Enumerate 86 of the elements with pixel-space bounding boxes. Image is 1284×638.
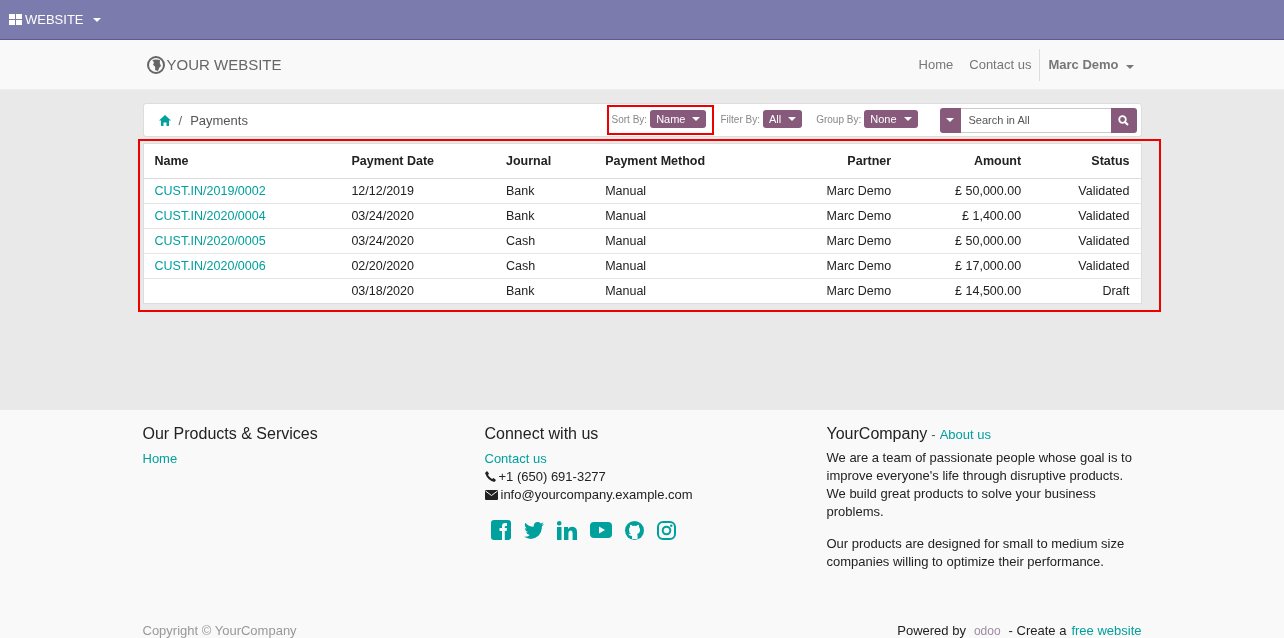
- table-cell: 03/18/2020: [351, 284, 414, 298]
- column-header: Journal: [494, 143, 595, 179]
- payment-link[interactable]: CUST.IN/2019/0002: [154, 184, 266, 198]
- table-cell: Bank: [505, 209, 535, 223]
- table-cell: Marc Demo: [826, 234, 892, 248]
- control-label: Group By:: [816, 113, 862, 125]
- column-header: Payment Method: [594, 143, 775, 179]
- table-cell: Manual: [605, 259, 647, 273]
- youtube-icon[interactable]: [589, 522, 612, 538]
- control-label: Sort By:: [611, 113, 648, 125]
- contact-link[interactable]: Contact us: [484, 451, 827, 466]
- dropdown-button[interactable]: Name: [650, 110, 707, 128]
- column-header: Payment Date: [340, 143, 495, 179]
- table-cell: 12/12/2019: [351, 184, 414, 198]
- odoo-logo[interactable]: odoo: [973, 623, 1001, 638]
- footer-link[interactable]: Home: [142, 451, 485, 466]
- envelope-icon: [484, 489, 498, 500]
- column-header: Status: [1032, 143, 1141, 179]
- table-cell: Validated: [1078, 184, 1130, 198]
- email-address: info@yourcompany.example.com: [500, 487, 693, 502]
- user-menu-button[interactable]: Marc Demo: [1039, 48, 1142, 81]
- nav-link[interactable]: Home: [910, 57, 962, 72]
- linkedin-icon[interactable]: [556, 520, 577, 540]
- website-menu-button[interactable]: WEBSITE: [9, 12, 101, 27]
- table-cell: Validated: [1078, 234, 1130, 248]
- company-name: YourCompany: [826, 425, 928, 443]
- search-button[interactable]: [1110, 107, 1137, 133]
- table-cell: Bank: [505, 184, 535, 198]
- footer-heading: Our Products & Services: [142, 425, 319, 443]
- payment-link[interactable]: CUST.IN/2020/0004: [154, 209, 266, 223]
- table-cell: Cash: [505, 259, 536, 273]
- grid-icon: [9, 14, 22, 25]
- facebook-icon[interactable]: [490, 520, 511, 540]
- table-cell: Manual: [605, 234, 647, 248]
- github-icon[interactable]: [624, 520, 644, 540]
- table-cell: £ 14,500.00: [955, 284, 1022, 298]
- table-cell: £ 50,000.00: [955, 184, 1022, 198]
- footer-heading: Connect with us: [484, 425, 600, 443]
- copyright-text: Copyright © YourCompany: [142, 623, 297, 638]
- breadcrumb-separator: /: [178, 112, 183, 128]
- phone-icon: [484, 471, 496, 482]
- table-cell: Marc Demo: [826, 184, 892, 198]
- dropdown-button[interactable]: All: [762, 110, 803, 128]
- about-paragraph: We are a team of passionate people whose goal is to improve everyone's life through disruptive products. We build great products to solve your business problems.: [826, 449, 1133, 521]
- payment-link[interactable]: CUST.IN/2020/0005: [154, 234, 266, 248]
- breadcrumb-current: Payments: [190, 112, 248, 128]
- twitter-icon[interactable]: [523, 521, 544, 539]
- free-website-link[interactable]: free website: [1071, 623, 1142, 638]
- column-header: Partner: [774, 143, 903, 179]
- table-cell: 02/20/2020: [351, 259, 414, 273]
- powered-by-text: Powered by: [897, 623, 966, 638]
- search-field[interactable]: Search in All: [960, 107, 1111, 133]
- home-icon[interactable]: [158, 114, 171, 126]
- search-filter-button[interactable]: [939, 107, 961, 133]
- table-cell: Draft: [1102, 284, 1130, 298]
- table-cell: £ 17,000.00: [955, 259, 1022, 273]
- globe-icon: [146, 55, 165, 74]
- create-text: - Create a: [1008, 623, 1067, 638]
- dropdown-button[interactable]: None: [864, 110, 918, 128]
- table-cell: Marc Demo: [826, 284, 892, 298]
- about-paragraph: Our products are designed for small to medium size companies willing to optimize their performance.: [826, 535, 1126, 571]
- website-logo[interactable]: YOUR WEBSITE: [146, 55, 282, 74]
- table-cell: Marc Demo: [826, 259, 892, 273]
- table-cell: Manual: [605, 184, 647, 198]
- table-cell: 03/24/2020: [351, 234, 414, 248]
- logo-text: YOUR WEBSITE: [166, 56, 282, 73]
- phone-number: +1 (650) 691-3277: [498, 469, 606, 484]
- table-cell: Manual: [605, 284, 647, 298]
- column-header: Amount: [902, 143, 1033, 179]
- table-cell: Marc Demo: [826, 209, 892, 223]
- table-cell: £ 50,000.00: [955, 234, 1022, 248]
- nav-link[interactable]: Contact us: [961, 57, 1040, 72]
- table-cell: Validated: [1078, 209, 1130, 223]
- payment-link[interactable]: CUST.IN/2020/0006: [154, 259, 266, 273]
- table-cell: Cash: [505, 234, 536, 248]
- search-icon: [1118, 114, 1129, 126]
- instagram-icon[interactable]: [656, 520, 676, 540]
- table-cell: Validated: [1078, 259, 1130, 273]
- column-header: Name: [143, 143, 341, 179]
- table-cell: Manual: [605, 209, 647, 223]
- table-cell: Bank: [505, 284, 535, 298]
- table-cell: £ 1,400.00: [962, 209, 1022, 223]
- control-label: Filter By:: [720, 113, 760, 125]
- title-separator: -: [931, 427, 936, 442]
- table-cell: 03/24/2020: [351, 209, 414, 223]
- about-link[interactable]: About us: [939, 427, 991, 442]
